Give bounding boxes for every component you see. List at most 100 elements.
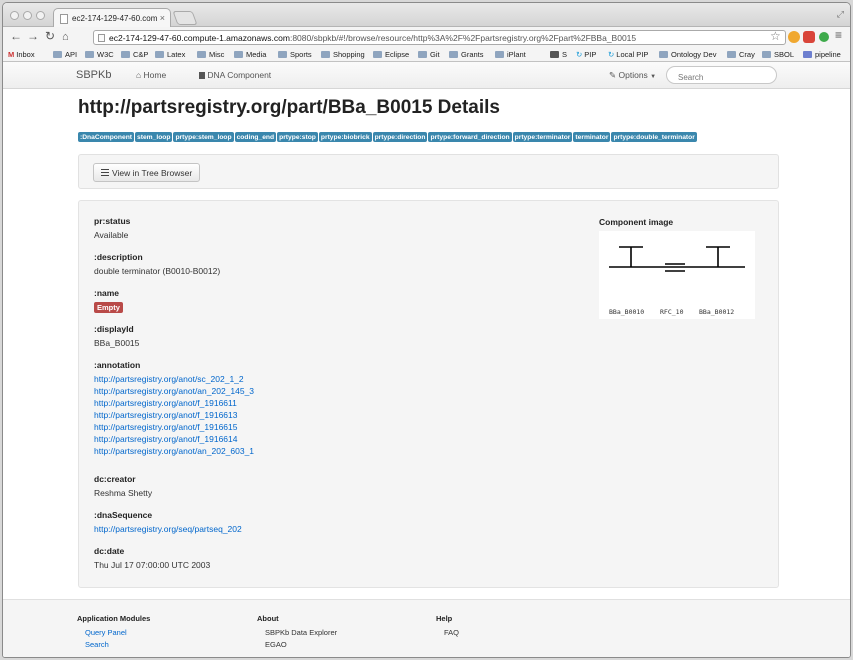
property-description: :description double terminator (B0010-B0… bbox=[94, 252, 220, 276]
bookmark-item[interactable]: Misc bbox=[197, 50, 224, 59]
sequence-link[interactable]: http://partsregistry.org/seq/partseq_202 bbox=[94, 523, 242, 535]
property-value: Reshma Shetty bbox=[94, 488, 153, 498]
sync-icon: ↻ bbox=[576, 50, 583, 59]
bookmark-item[interactable]: Git bbox=[418, 50, 440, 59]
nav-home-link[interactable]: ⌂ Home bbox=[136, 70, 166, 80]
bookmark-item[interactable]: ↻ PIP bbox=[576, 50, 596, 59]
browser-window: ec2-174-129-47-60.com × ⤢ ← → ↻ ⌂ ec2-17… bbox=[2, 2, 851, 658]
zoom-window-button[interactable] bbox=[36, 11, 45, 20]
bookmark-icon bbox=[803, 51, 812, 58]
brand-link[interactable]: SBPKb bbox=[76, 69, 111, 81]
annotation-link[interactable]: http://partsregistry.org/anot/sc_202_1_2 bbox=[94, 373, 254, 385]
menu-icon[interactable]: ≡ bbox=[835, 28, 842, 42]
property-key: :dnaSequence bbox=[94, 510, 153, 520]
tab-strip: ec2-174-129-47-60.com × ⤢ bbox=[3, 3, 850, 28]
bookmark-item[interactable]: S bbox=[550, 50, 567, 59]
bookmark-item[interactable]: Cray bbox=[727, 50, 755, 59]
folder-icon bbox=[762, 51, 771, 58]
new-tab-button[interactable] bbox=[172, 11, 198, 25]
annotation-link[interactable]: http://partsregistry.org/anot/an_202_603… bbox=[94, 445, 254, 457]
type-labels: :DnaComponent stem_loop prtype:stem_loop co… bbox=[78, 131, 778, 142]
sbol-diagram bbox=[609, 246, 745, 272]
type-label: prtype:double_terminator bbox=[611, 132, 697, 142]
type-label: stem_loop bbox=[135, 132, 173, 142]
folder-icon bbox=[495, 51, 504, 58]
url-host: ec2-174-129-47-60.compute-1.amazonaws.co… bbox=[109, 33, 290, 43]
forward-arrow-icon[interactable]: → bbox=[27, 30, 39, 42]
bookmark-item[interactable]: Shopping bbox=[321, 50, 365, 59]
fullscreen-icon[interactable]: ⤢ bbox=[837, 9, 844, 20]
footer-heading: Application Modules bbox=[77, 614, 151, 623]
url-path: :8080/sbpkb/#!/browse/resource/http%3A%2… bbox=[289, 33, 637, 43]
folder-icon bbox=[418, 51, 427, 58]
browser-tab[interactable]: ec2-174-129-47-60.com × bbox=[53, 8, 171, 28]
sync-icon: ↻ bbox=[608, 50, 615, 59]
minimize-window-button[interactable] bbox=[23, 11, 32, 20]
folder-icon bbox=[321, 51, 330, 58]
extension-icon[interactable] bbox=[819, 32, 829, 42]
bookmark-item[interactable]: C&P bbox=[121, 50, 148, 59]
home-icon[interactable]: ⌂ bbox=[62, 31, 69, 43]
property-key: dc:date bbox=[94, 546, 125, 556]
annotation-link[interactable]: http://partsregistry.org/anot/f_1916611 bbox=[94, 397, 254, 409]
property-value: double terminator (B0010-B0012) bbox=[94, 266, 221, 276]
type-label: coding_end bbox=[234, 132, 277, 142]
bookmark-item[interactable]: API bbox=[53, 50, 77, 59]
bookmark-item[interactable]: Latex bbox=[155, 50, 185, 59]
property-status: pr:status Available bbox=[94, 216, 130, 240]
extension-icon[interactable] bbox=[788, 31, 800, 43]
nav-dna-component-link[interactable]: DNA Component bbox=[199, 70, 271, 80]
component-image-title: Component image bbox=[599, 217, 674, 227]
search-input[interactable] bbox=[666, 66, 777, 84]
folder-icon bbox=[449, 51, 458, 58]
bookmark-item[interactable]: Grants bbox=[449, 50, 484, 59]
property-sequence: :dnaSequence http://partsregistry.org/se… bbox=[94, 510, 242, 535]
book-icon bbox=[199, 72, 205, 79]
folder-icon bbox=[155, 51, 164, 58]
gmail-icon: M bbox=[8, 50, 15, 59]
search-link[interactable]: Search bbox=[77, 639, 150, 651]
annotation-link[interactable]: http://partsregistry.org/anot/an_202_145… bbox=[94, 385, 254, 397]
toolbar: ← → ↻ ⌂ ec2-174-129-47-60.compute-1.amaz… bbox=[3, 27, 850, 47]
bookmark-item[interactable]: Media bbox=[234, 50, 266, 59]
folder-icon bbox=[85, 51, 94, 58]
home-icon: ⌂ bbox=[136, 70, 142, 80]
bookmark-item[interactable]: Ontology Dev bbox=[659, 50, 716, 59]
list-icon bbox=[101, 169, 109, 176]
annotation-link[interactable]: http://partsregistry.org/anot/f_1916613 bbox=[94, 409, 254, 421]
gmail-extension-icon[interactable] bbox=[803, 31, 815, 43]
close-window-button[interactable] bbox=[10, 11, 19, 20]
bookmark-item[interactable]: W3C bbox=[85, 50, 114, 59]
bookmark-item[interactable]: Eclipse bbox=[373, 50, 409, 59]
options-dropdown[interactable]: ✎ Options ▼ bbox=[609, 70, 656, 81]
site-navbar: SBPKb ⌂ Home DNA Component ✎ Options ▼ bbox=[3, 62, 850, 89]
wrench-icon: ✎ bbox=[609, 70, 617, 80]
bookmark-item[interactable]: pipeline bbox=[803, 50, 841, 59]
annotation-link[interactable]: http://partsregistry.org/anot/f_1916615 bbox=[94, 421, 254, 433]
reload-icon[interactable]: ↻ bbox=[45, 30, 55, 42]
part-label: BBa_B0010 bbox=[609, 308, 645, 316]
address-bar[interactable]: ec2-174-129-47-60.compute-1.amazonaws.co… bbox=[93, 30, 786, 45]
bookmark-item[interactable]: ↻ Local PIP bbox=[608, 50, 648, 59]
about-item[interactable]: EGAO bbox=[257, 639, 337, 651]
about-item[interactable]: SBPKb Data Explorer bbox=[257, 627, 337, 639]
bookmark-item[interactable]: SBOL bbox=[762, 50, 794, 59]
annotation-link[interactable]: http://partsregistry.org/anot/f_1916614 bbox=[94, 433, 254, 445]
tab-close-icon[interactable]: × bbox=[160, 13, 165, 23]
type-label: prtype:stop bbox=[277, 132, 318, 142]
bookmark-item[interactable]: iPlant bbox=[495, 50, 526, 59]
bookmark-star-icon[interactable]: ☆ bbox=[770, 29, 781, 43]
folder-icon bbox=[197, 51, 206, 58]
bookmark-item[interactable]: M Inbox bbox=[8, 50, 35, 59]
property-creator: dc:creator Reshma Shetty bbox=[94, 474, 152, 498]
part-label: RFC_10 bbox=[660, 308, 684, 316]
bookmark-item[interactable]: Sports bbox=[278, 50, 312, 59]
back-arrow-icon[interactable]: ← bbox=[10, 30, 22, 42]
faq-link[interactable]: FAQ bbox=[436, 627, 459, 639]
footer-about: About SBPKb Data Explorer EGAO bbox=[257, 614, 337, 651]
property-value: BBa_B0015 bbox=[94, 338, 140, 348]
property-displayid: :displayId BBa_B0015 bbox=[94, 324, 139, 348]
caret-down-icon: ▼ bbox=[650, 74, 657, 80]
query-panel-link[interactable]: Query Panel bbox=[77, 627, 150, 639]
view-in-tree-browser-button[interactable]: View in Tree Browser bbox=[93, 163, 201, 182]
